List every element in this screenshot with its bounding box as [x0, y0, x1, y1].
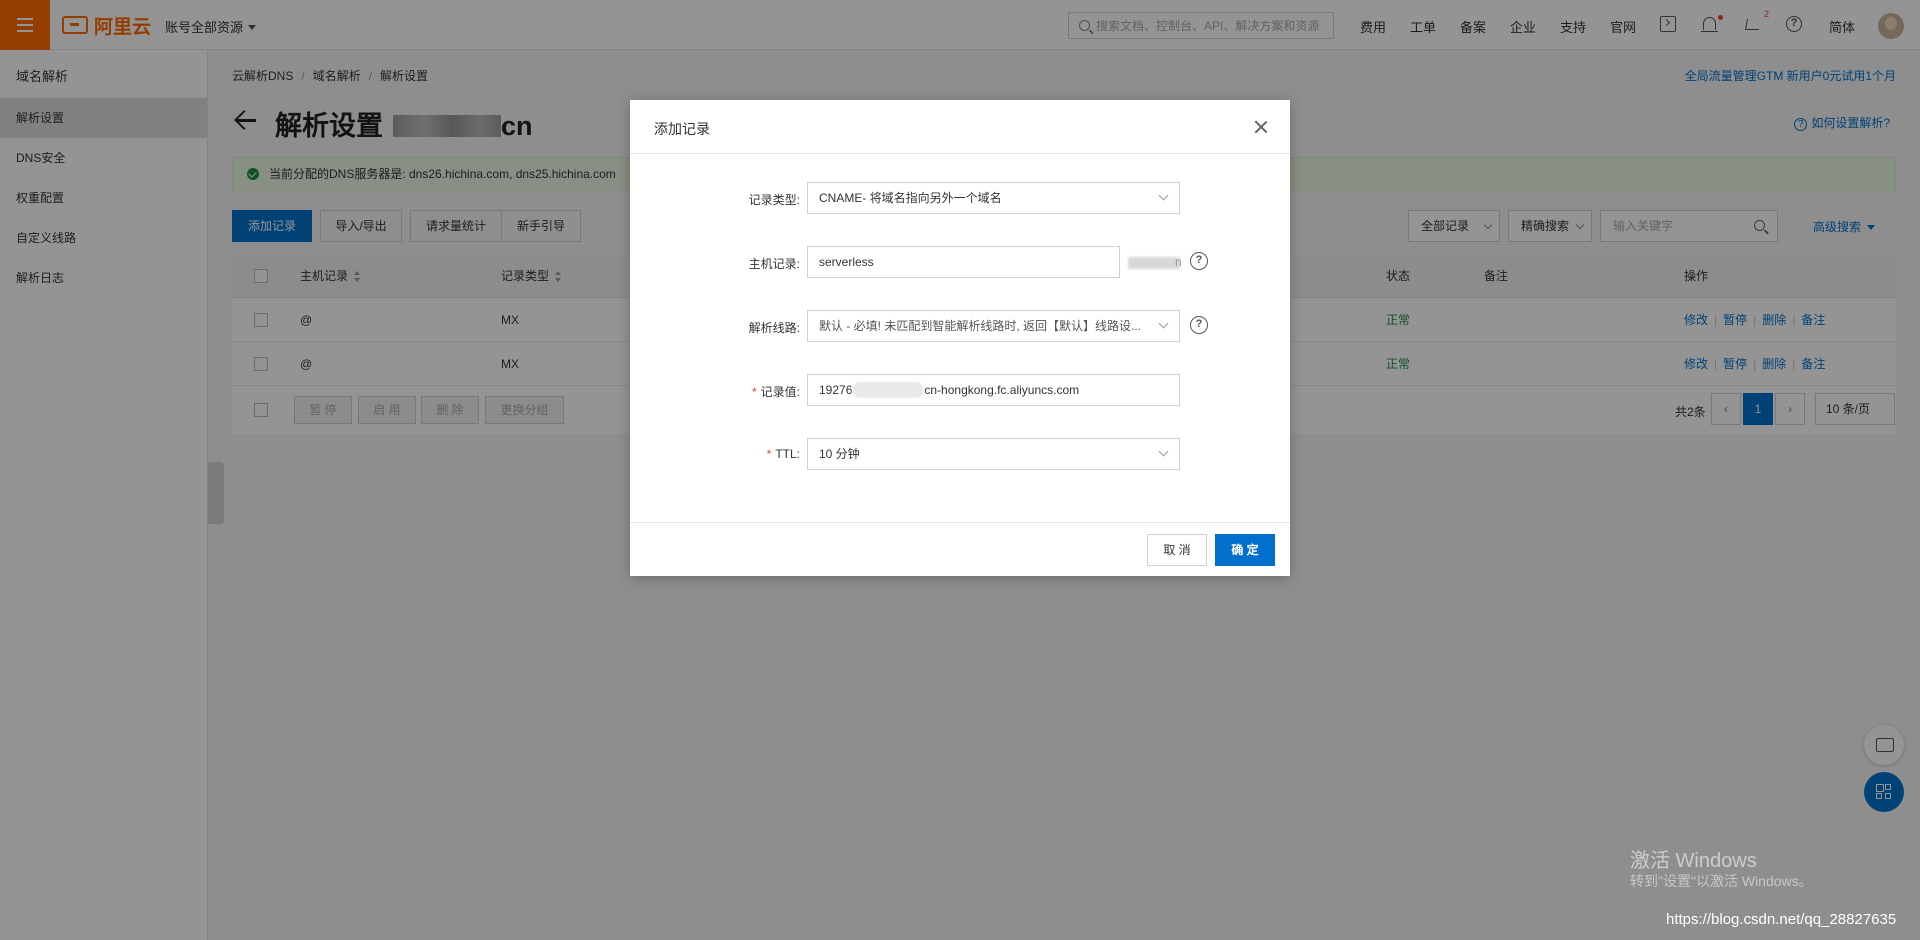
- question-circle-icon[interactable]: ?: [1190, 316, 1208, 334]
- question-circle-icon[interactable]: ?: [1190, 252, 1208, 270]
- cancel-button[interactable]: 取 消: [1147, 534, 1207, 566]
- host-record-label: 主机记录:: [748, 257, 800, 271]
- record-value-label: * 记录值:: [751, 385, 800, 399]
- ttl-select[interactable]: 10 分钟: [807, 438, 1180, 470]
- redacted-domain-suffix: [1128, 257, 1180, 269]
- windows-activation-title: 激活 Windows: [1630, 850, 1757, 872]
- dialog-header: 添加记录: [630, 100, 1290, 154]
- record-value-prefix: 19276: [819, 383, 853, 397]
- host-record-value: serverless: [819, 255, 874, 269]
- ttl-value: 10 分钟: [819, 447, 860, 461]
- dialog-title: 添加记录: [654, 121, 710, 137]
- chevron-down-icon: [1158, 190, 1169, 201]
- record-value-label-text: 记录值:: [760, 385, 800, 399]
- dns-line-value: 默认 - 必填! 未匹配到智能解析线路时, 返回【默认】线路设...: [819, 319, 1142, 333]
- dns-line-label: 解析线路:: [748, 321, 800, 335]
- confirm-button[interactable]: 确 定: [1215, 534, 1275, 566]
- add-record-dialog: 添加记录 记录类型: CNAME- 将域名指向另外一个域名 主机记录: serv…: [630, 100, 1290, 576]
- record-type-select[interactable]: CNAME- 将域名指向另外一个域名: [807, 182, 1180, 214]
- chevron-down-icon: [1158, 446, 1169, 457]
- redacted-value: [852, 382, 925, 398]
- dns-line-select[interactable]: 默认 - 必填! 未匹配到智能解析线路时, 返回【默认】线路设...: [807, 310, 1180, 342]
- host-record-input[interactable]: serverless: [807, 246, 1120, 278]
- domain-suffix-tail: n: [1175, 255, 1182, 269]
- close-icon[interactable]: [1254, 120, 1268, 134]
- csdn-watermark: https://blog.csdn.net/qq_28827635: [1666, 911, 1897, 928]
- record-value-input[interactable]: 19276 cn-hongkong.fc.aliyuncs.com: [807, 374, 1180, 406]
- ttl-label: * TTL:: [766, 447, 800, 461]
- chevron-down-icon: [1158, 318, 1169, 329]
- record-type-value: CNAME- 将域名指向另外一个域名: [819, 191, 1002, 205]
- record-type-label: 记录类型:: [748, 193, 800, 207]
- record-value-suffix: cn-hongkong.fc.aliyuncs.com: [924, 383, 1080, 397]
- windows-activation-hint: 转到"设置"以激活 Windows。: [1630, 873, 1813, 889]
- ttl-label-text: TTL:: [775, 447, 800, 461]
